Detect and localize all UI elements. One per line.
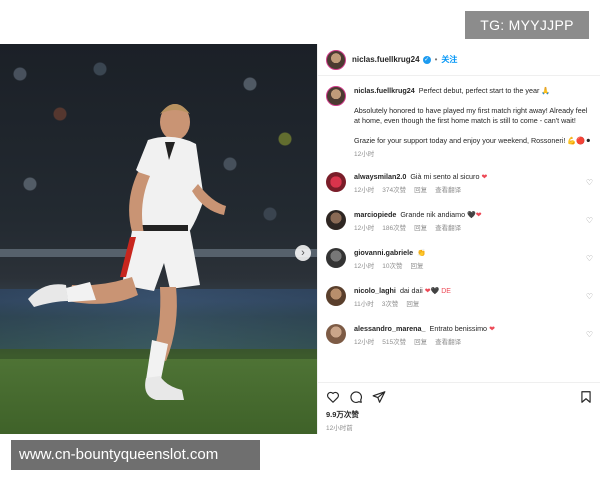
caption-line2: Absolutely honored to have played my fir…: [354, 106, 588, 125]
caption-line3: Grazie for your support today and enjoy …: [354, 136, 592, 145]
chevron-right-icon[interactable]: ›: [295, 245, 311, 261]
comment-time: 12小时: [354, 263, 375, 270]
heart-icon[interactable]: ♡: [586, 292, 593, 301]
caption: niclas.fuellkrug24 Perfect debut, perfect…: [318, 80, 600, 160]
caption-time: 12小时: [354, 151, 375, 158]
verified-icon: ✓: [422, 55, 431, 64]
comment-emoji: ❤: [481, 174, 488, 181]
likes-count[interactable]: 9.9万次赞: [326, 409, 593, 420]
translate-button[interactable]: 查看翻译: [435, 339, 461, 346]
comment-likes[interactable]: 3次赞: [382, 301, 399, 308]
avatar[interactable]: [326, 248, 346, 268]
comment-time: 12小时: [354, 187, 375, 194]
avatar[interactable]: [326, 286, 346, 306]
comment-text: Entrato benissimo: [429, 324, 488, 333]
comment-emoji: 🖤❤: [467, 212, 482, 219]
reply-button[interactable]: 回复: [414, 339, 427, 346]
follow-button[interactable]: 关注: [441, 54, 457, 65]
avatar[interactable]: [326, 210, 346, 230]
caption-username[interactable]: niclas.fuellkrug24: [354, 86, 415, 95]
player-figure: [28, 104, 226, 400]
comment-icon[interactable]: [349, 390, 363, 404]
watermark-top: TG: MYYJJPP: [465, 11, 589, 39]
avatar[interactable]: [326, 86, 346, 106]
heart-icon[interactable]: ♡: [586, 178, 593, 187]
heart-icon[interactable]: ♡: [586, 330, 593, 339]
comment-username[interactable]: alessandro_marena_: [354, 324, 426, 333]
translate-button[interactable]: 查看翻译: [435, 225, 461, 232]
bookmark-icon[interactable]: [579, 390, 593, 404]
comment-username[interactable]: nicolo_laghi: [354, 286, 396, 295]
caption-line1: Perfect debut, perfect start to the year…: [418, 86, 551, 95]
comment-text: Grande nik andiamo: [400, 210, 466, 219]
comment-time: 12小时: [354, 225, 375, 232]
comment-time: 12小时: [354, 339, 375, 346]
separator-dot: •: [434, 55, 438, 64]
comment-text: dai daii: [399, 286, 423, 295]
comment-likes[interactable]: 374次赞: [382, 187, 406, 194]
avatar[interactable]: [326, 172, 346, 192]
comment-item: alessandro_marena_ Entrato benissimo ❤ 12…: [318, 324, 600, 362]
comment-item: giovanni.gabriele 👏 12小时 10次赞 回复 ♡: [318, 248, 600, 286]
comment-likes[interactable]: 186次赞: [382, 225, 406, 232]
header-username[interactable]: niclas.fuellkrug24: [352, 55, 420, 64]
heart-icon[interactable]: ♡: [586, 254, 593, 263]
avatar[interactable]: [326, 49, 346, 70]
post-actions: 9.9万次赞 12小时前: [318, 382, 600, 434]
heart-icon[interactable]: ♡: [586, 216, 593, 225]
reply-button[interactable]: 回复: [414, 187, 427, 194]
comment-emoji: ❤: [489, 326, 495, 333]
comment-likes[interactable]: 515次赞: [382, 339, 406, 346]
comments-scroll[interactable]: niclas.fuellkrug24 Perfect debut, perfect…: [318, 80, 600, 380]
comment-item: marciopiede Grande nik andiamo 🖤❤ 12小时 186…: [318, 210, 600, 248]
post-photo: ›: [0, 44, 317, 434]
comment-item: alwaysmilan2.0 Già mi sento al sicuro ❤ 1…: [318, 172, 600, 210]
share-icon[interactable]: [372, 390, 386, 404]
reply-button[interactable]: 回复: [414, 225, 427, 232]
avatar[interactable]: [326, 324, 346, 344]
translate-button[interactable]: 查看翻译: [435, 187, 461, 194]
watermark-bottom: www.cn-bountyqueenslot.com: [11, 440, 260, 470]
heart-icon[interactable]: [326, 390, 340, 404]
comment-username[interactable]: giovanni.gabriele: [354, 248, 413, 257]
comment-username[interactable]: marciopiede: [354, 210, 396, 219]
comment-username[interactable]: alwaysmilan2.0: [354, 172, 406, 181]
comment-emoji: 👏: [417, 250, 426, 257]
post-header: niclas.fuellkrug24 ✓ • 关注: [318, 44, 600, 76]
comment-emoji: ❤🖤 DE: [424, 288, 451, 295]
instagram-post: › niclas.fuellkrug24 ✓ • 关注 niclas.fuell…: [0, 44, 600, 434]
post-time: 12小时前: [326, 425, 353, 432]
reply-button[interactable]: 回复: [406, 301, 419, 308]
reply-button[interactable]: 回复: [410, 263, 423, 270]
comment-item: nicolo_laghi dai daii ❤🖤 DE 11小时 3次赞 回复 ♡: [318, 286, 600, 324]
comment-time: 11小时: [354, 301, 374, 308]
post-side-panel: niclas.fuellkrug24 ✓ • 关注 niclas.fuellkr…: [317, 44, 600, 434]
comment-text: Già mi sento al sicuro: [410, 172, 480, 181]
comment-likes[interactable]: 10次赞: [382, 263, 402, 270]
